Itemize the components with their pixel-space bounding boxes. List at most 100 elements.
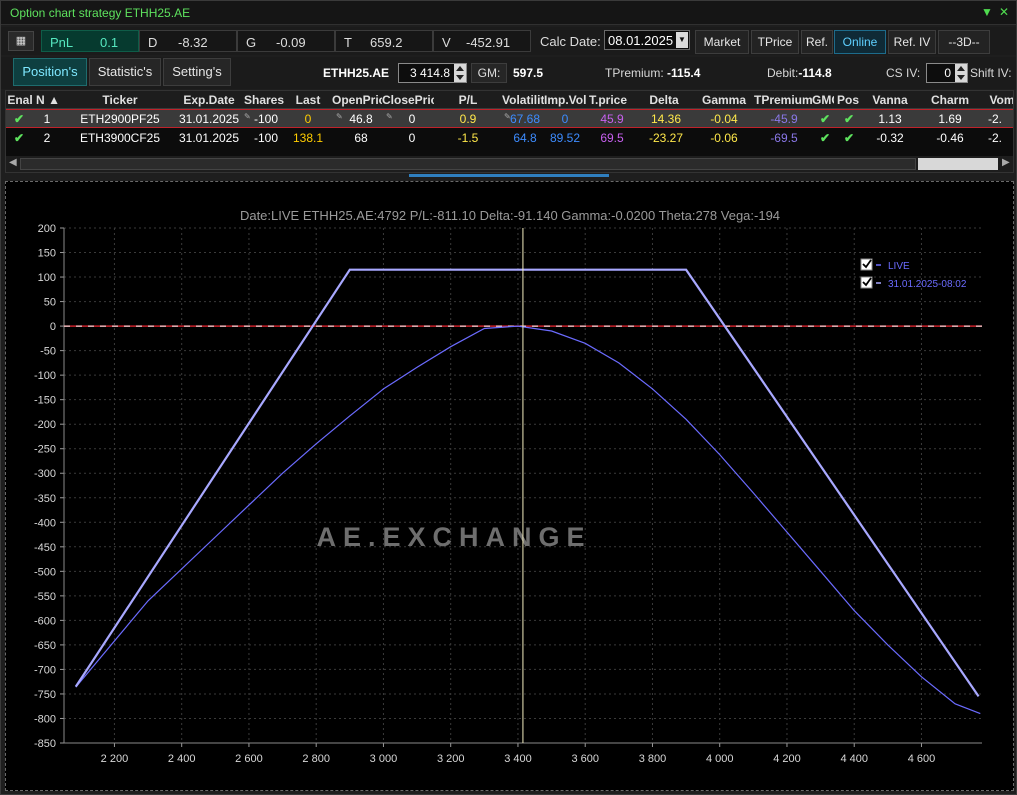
pnl-value: 0.1 bbox=[100, 35, 119, 50]
col-volatility[interactable]: Volatility bbox=[502, 93, 544, 107]
horizontal-scrollbar[interactable]: ◀ ▶ bbox=[6, 156, 1013, 172]
col-vanna[interactable]: Vanna bbox=[862, 93, 918, 107]
cell-pl: -1.5 bbox=[457, 131, 479, 145]
underlying-price-value: 3 414.8 bbox=[409, 66, 450, 80]
col-shares[interactable]: Shares bbox=[244, 93, 284, 107]
x-tick-label: 2 400 bbox=[168, 753, 196, 765]
table-row[interactable]: ✔ 2 ETH3900CF25 31.01.2025 -100 138.1 68… bbox=[6, 129, 1013, 148]
y-tick-label: -450 bbox=[34, 542, 56, 554]
y-tick-label: -350 bbox=[34, 493, 56, 505]
y-tick-label: -250 bbox=[34, 444, 56, 456]
cell-exp-date: 31.01.2025 bbox=[178, 112, 240, 126]
title-bar: Option chart strategy ETHH25.AE ▼ ✕ bbox=[1, 1, 1016, 25]
y-tick-label: -700 bbox=[34, 664, 56, 676]
col-tprice[interactable]: T.price bbox=[586, 93, 630, 107]
col-imp-vol[interactable]: Imp.Vol bbox=[544, 93, 586, 107]
app-icon[interactable]: ▦ bbox=[8, 31, 34, 51]
table-header: Enal N ▲ Ticker Exp.Date Shares Last Ope… bbox=[6, 91, 1013, 109]
series-line-live bbox=[75, 325, 981, 715]
col-vomma[interactable]: Vom bbox=[982, 93, 1013, 107]
3d-button[interactable]: --3D-- bbox=[938, 30, 990, 54]
cell-vanna: -0.32 bbox=[876, 131, 904, 145]
cell-n: 1 bbox=[43, 112, 51, 126]
csiv-value: 0 bbox=[944, 66, 951, 80]
table-row[interactable]: ✔ 1 ETH2900PF25 31.01.2025 ✎ -100 0 ✎ 46… bbox=[6, 109, 1013, 128]
dropdown-arrow-icon[interactable]: ▼ bbox=[676, 32, 688, 48]
vega-value: -452.91 bbox=[466, 35, 511, 50]
collapse-icon[interactable]: ▼ bbox=[979, 4, 995, 20]
col-ticker[interactable]: Ticker bbox=[64, 93, 176, 107]
scroll-right-icon[interactable]: ▶ bbox=[1002, 157, 1010, 168]
col-charm[interactable]: Charm bbox=[920, 93, 980, 107]
y-tick-label: -800 bbox=[34, 713, 56, 725]
gm-button[interactable]: GM: bbox=[471, 63, 507, 83]
y-tick-label: -650 bbox=[34, 640, 56, 652]
tprice-button[interactable]: TPrice bbox=[751, 30, 799, 54]
col-delta[interactable]: Delta bbox=[632, 93, 696, 107]
x-tick-label: 3 800 bbox=[639, 753, 667, 765]
col-enabled[interactable]: Enal bbox=[7, 93, 33, 107]
col-pl[interactable]: P/L bbox=[436, 93, 500, 107]
cell-imp-vol: 89.52 bbox=[549, 131, 581, 145]
gm-value: 597.5 bbox=[513, 66, 544, 80]
cell-last: 138.1 bbox=[292, 131, 324, 145]
cell-volatility[interactable]: 67.68 bbox=[506, 112, 544, 126]
spin-arrows-icon[interactable] bbox=[454, 64, 466, 82]
y-tick-label: -300 bbox=[34, 468, 56, 480]
ref-button[interactable]: Ref. bbox=[801, 30, 833, 54]
col-n[interactable]: N ▲ bbox=[34, 93, 62, 107]
col-open-price[interactable]: OpenPrice bbox=[332, 93, 382, 107]
scroll-left-icon[interactable]: ◀ bbox=[9, 157, 17, 168]
enabled-checkmark-icon[interactable]: ✔ bbox=[10, 131, 28, 145]
cell-vomma: -2. bbox=[988, 112, 1003, 126]
y-tick-label: -750 bbox=[34, 689, 56, 701]
cell-volatility[interactable]: 64.8 bbox=[506, 131, 544, 145]
col-pos[interactable]: Pos bbox=[836, 93, 860, 107]
cell-open-price[interactable]: 46.8 bbox=[340, 112, 382, 126]
gmc-checkmark-icon[interactable]: ✔ bbox=[816, 112, 834, 126]
cell-open-price[interactable]: 68 bbox=[340, 131, 382, 145]
cell-shares[interactable]: -100 bbox=[248, 112, 284, 126]
col-last[interactable]: Last bbox=[286, 93, 330, 107]
enabled-checkmark-icon[interactable]: ✔ bbox=[10, 112, 28, 126]
spin-arrows-icon[interactable] bbox=[955, 64, 967, 82]
tab-settings[interactable]: Setting's bbox=[163, 58, 231, 86]
col-gmc[interactable]: GMC bbox=[812, 93, 834, 107]
cell-close-price[interactable]: 0 bbox=[390, 131, 434, 145]
pos-checkmark-icon[interactable]: ✔ bbox=[840, 131, 858, 145]
calc-date-picker[interactable]: 08.01.2025 ▼ bbox=[604, 30, 690, 50]
pos-checkmark-icon[interactable]: ✔ bbox=[840, 112, 858, 126]
csiv-label: CS IV: bbox=[886, 66, 921, 80]
payoff-chart[interactable]: Date:LIVE ETHH25.AE:4792 P/L:-811.10 Del… bbox=[5, 181, 1014, 791]
legend-label: LIVE bbox=[888, 261, 910, 272]
shiftiv-label: Shift IV: bbox=[970, 66, 1012, 80]
market-button[interactable]: Market bbox=[695, 30, 749, 54]
panel-splitter[interactable] bbox=[409, 174, 609, 177]
tab-statistics[interactable]: Statistic's bbox=[89, 58, 161, 86]
theta-indicator: T 659.2 bbox=[335, 30, 433, 52]
online-button[interactable]: Online bbox=[834, 30, 886, 54]
col-gamma[interactable]: Gamma bbox=[696, 93, 752, 107]
x-tick-label: 4 200 bbox=[773, 753, 801, 765]
cell-gamma: -0.06 bbox=[710, 131, 738, 145]
tab-positions[interactable]: Position's bbox=[13, 58, 87, 86]
close-icon[interactable]: ✕ bbox=[996, 4, 1012, 20]
col-close-price[interactable]: ClosePrice bbox=[382, 93, 434, 107]
cell-close-price[interactable]: 0 bbox=[390, 112, 434, 126]
y-tick-label: 50 bbox=[44, 297, 56, 309]
col-exp-date[interactable]: Exp.Date bbox=[176, 93, 242, 107]
y-tick-label: -600 bbox=[34, 615, 56, 627]
y-tick-label: 200 bbox=[38, 223, 56, 235]
payoff-chart-svg[interactable]: Date:LIVE ETHH25.AE:4792 P/L:-811.10 Del… bbox=[6, 182, 1013, 790]
cell-shares[interactable]: -100 bbox=[248, 131, 284, 145]
cell-vomma: -2. bbox=[988, 131, 1003, 145]
underlying-price-input[interactable]: 3 414.8 bbox=[398, 63, 467, 83]
csiv-input[interactable]: 0 bbox=[926, 63, 968, 83]
y-tick-label: -200 bbox=[34, 419, 56, 431]
y-tick-label: 0 bbox=[50, 321, 56, 333]
ref-iv-button[interactable]: Ref. IV bbox=[888, 30, 936, 54]
col-tpremium[interactable]: TPremium bbox=[754, 93, 812, 107]
scrollbar-thumb[interactable] bbox=[918, 158, 998, 170]
gmc-checkmark-icon[interactable]: ✔ bbox=[816, 131, 834, 145]
scrollbar-track[interactable] bbox=[20, 158, 916, 170]
